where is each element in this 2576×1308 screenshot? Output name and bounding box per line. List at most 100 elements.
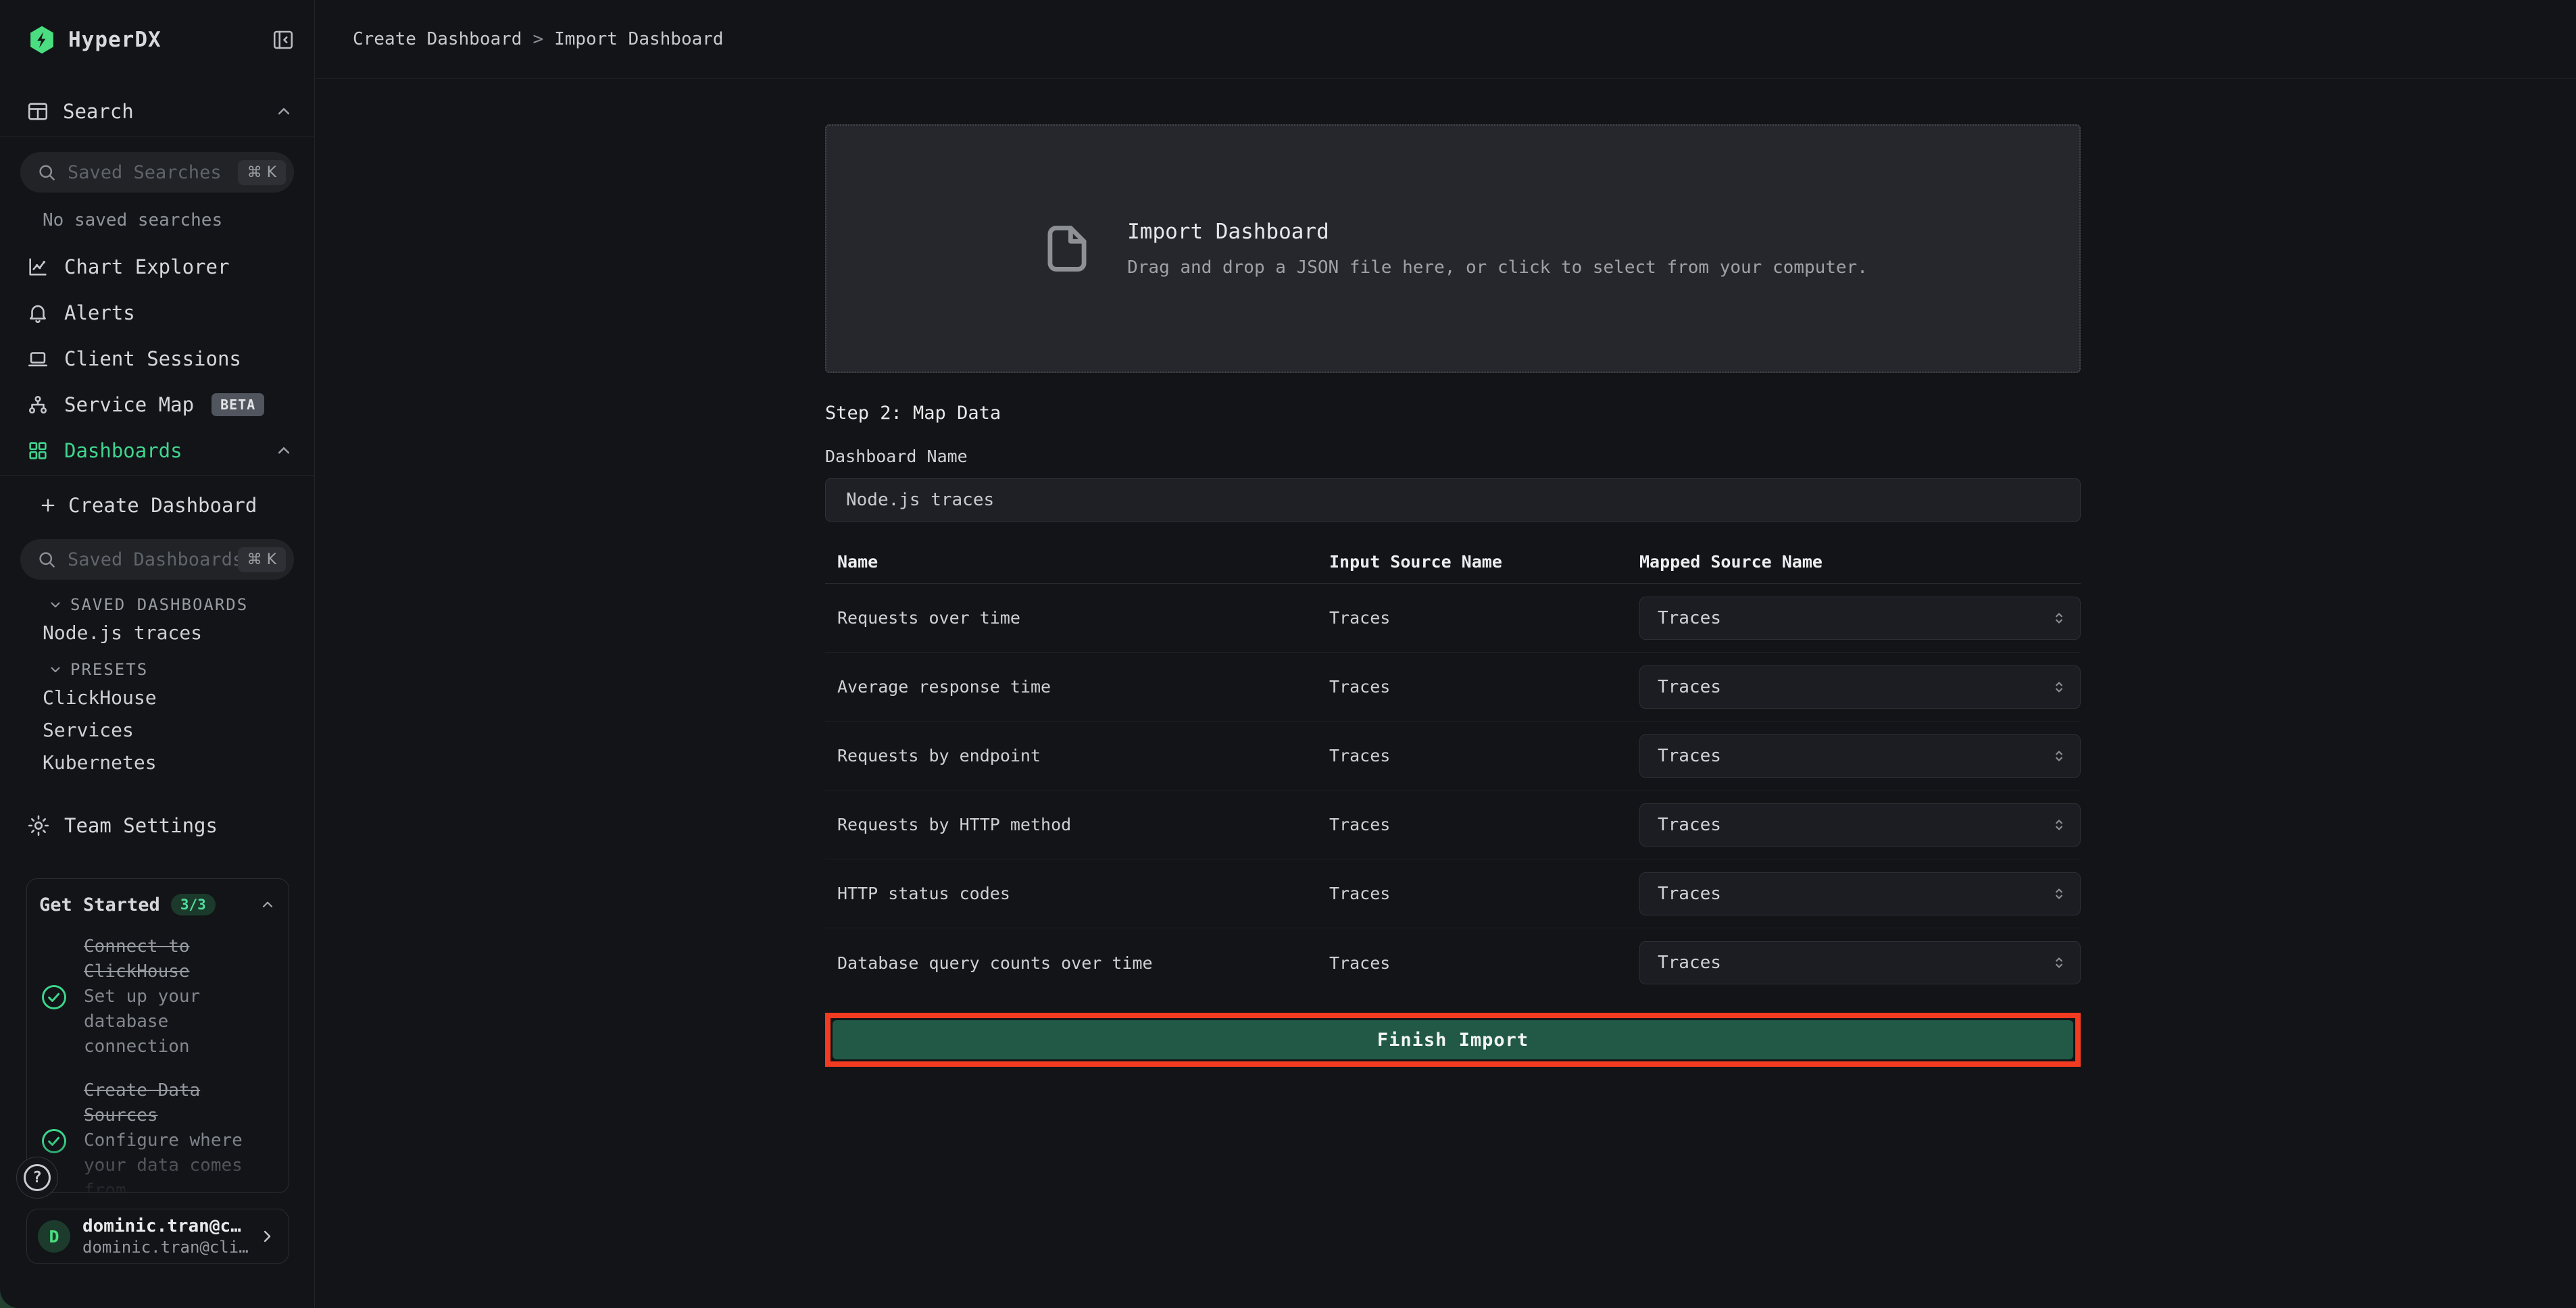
help-icon: ? <box>24 1164 51 1191</box>
mapped-source-select[interactable]: Traces <box>1639 665 2081 709</box>
service-map-icon <box>26 393 49 416</box>
task-title: Create Data Sources <box>84 1078 276 1128</box>
get-started-title: Get Started <box>39 895 160 915</box>
sidebar-section-search[interactable]: Search <box>0 95 314 128</box>
row-input-source: Traces <box>1329 884 1639 903</box>
json-dropzone[interactable]: Import Dashboard Drag and drop a JSON fi… <box>825 124 2081 373</box>
laptop-icon <box>26 347 49 370</box>
select-caret-icon <box>2050 678 2068 696</box>
sidebar-item-dashboards[interactable]: Dashboards <box>0 428 314 474</box>
check-circle-icon <box>39 1126 69 1156</box>
selected-value: Traces <box>1658 953 2050 973</box>
search-section-icon <box>26 100 49 123</box>
sidebar-nav: Chart Explorer Alerts Client Sessions <box>0 244 314 474</box>
row-name: Requests by HTTP method <box>825 815 1329 834</box>
breadcrumb-bar: Create Dashboard > Import Dashboard <box>315 0 2576 79</box>
corner-mask <box>0 1261 61 1308</box>
mapped-source-select[interactable]: Traces <box>1639 803 2081 847</box>
finish-import-label: Finish Import <box>1377 1030 1529 1051</box>
sidebar-item-client-sessions[interactable]: Client Sessions <box>0 336 314 382</box>
help-button[interactable]: ? <box>16 1157 58 1199</box>
task-description: Configure where your data comes from <box>84 1128 276 1193</box>
selected-value: Traces <box>1658 608 2050 628</box>
table-row: Database query counts over time Traces T… <box>825 928 2081 997</box>
user-name: dominic.tran@c… <box>82 1216 257 1236</box>
row-name: HTTP status codes <box>825 884 1329 903</box>
check-circle-icon <box>39 982 69 1012</box>
sidebar-item-label: Service Map <box>64 393 194 416</box>
row-input-source: Traces <box>1329 677 1639 697</box>
preset-link-clickhouse[interactable]: ClickHouse <box>0 681 314 713</box>
import-content: Import Dashboard Drag and drop a JSON fi… <box>825 124 2081 1067</box>
sidebar-item-chart-explorer[interactable]: Chart Explorer <box>0 244 314 290</box>
chart-explorer-icon <box>26 255 49 278</box>
get-started-task-connect[interactable]: Connect to ClickHouse Set up your databa… <box>39 934 276 1059</box>
mapped-source-select[interactable]: Traces <box>1639 941 2081 984</box>
highlight-annotation: Finish Import <box>825 1013 2081 1067</box>
mapping-table: Name Input Source Name Mapped Source Nam… <box>825 540 2081 997</box>
task-text: Connect to ClickHouse Set up your databa… <box>84 934 276 1059</box>
no-saved-searches-text: No saved searches <box>43 210 314 230</box>
table-row: Requests over time Traces Traces <box>825 584 2081 653</box>
breadcrumb-separator: > <box>532 29 543 49</box>
sidebar-item-label: Dashboards <box>64 439 182 462</box>
selected-value: Traces <box>1658 884 2050 904</box>
chevron-up-icon <box>259 896 276 913</box>
collapse-sidebar-icon[interactable] <box>271 28 295 52</box>
row-input-source: Traces <box>1329 608 1639 628</box>
beta-badge: BETA <box>212 393 264 416</box>
main-area: Create Dashboard > Import Dashboard Impo… <box>315 0 2576 1308</box>
shortcut-badge: ⌘ K <box>238 160 286 185</box>
saved-searches-input[interactable]: Saved Searches ⌘ K <box>20 152 294 193</box>
group-presets[interactable]: PRESETS <box>47 658 314 681</box>
dashboard-name-label: Dashboard Name <box>825 447 2081 466</box>
select-caret-icon <box>2050 816 2068 834</box>
saved-dashboards-input[interactable]: Saved Dashboards ⌘ K <box>20 539 294 580</box>
get-started-task-sources[interactable]: Create Data Sources Configure where your… <box>39 1078 276 1193</box>
app-window: HyperDX Search <box>0 0 2576 1308</box>
divider <box>0 475 314 476</box>
group-saved-dashboards[interactable]: SAVED DASHBOARDS <box>47 593 314 616</box>
dashboard-name-input[interactable] <box>825 478 2081 522</box>
app-title: HyperDX <box>68 28 162 52</box>
divider <box>0 136 314 137</box>
selected-value: Traces <box>1658 815 2050 835</box>
sidebar-item-label: Alerts <box>64 301 135 324</box>
mapped-source-select[interactable]: Traces <box>1639 597 2081 640</box>
dashboard-link-nodejs-traces[interactable]: Node.js traces <box>0 616 314 649</box>
selected-value: Traces <box>1658 677 2050 697</box>
select-caret-icon <box>2050 609 2068 627</box>
row-input-source: Traces <box>1329 746 1639 765</box>
breadcrumb-import-dashboard[interactable]: Import Dashboard <box>554 29 723 49</box>
user-texts: dominic.tran@c… dominic.tran@cli… <box>82 1216 257 1257</box>
group-label: SAVED DASHBOARDS <box>70 595 248 614</box>
sidebar-item-alerts[interactable]: Alerts <box>0 290 314 336</box>
create-dashboard-button[interactable]: Create Dashboard <box>0 486 314 524</box>
table-row: Requests by HTTP method Traces Traces <box>825 790 2081 859</box>
mapped-source-select[interactable]: Traces <box>1639 734 2081 778</box>
team-settings-button[interactable]: Team Settings <box>0 808 314 843</box>
row-name: Requests over time <box>825 608 1329 628</box>
sidebar-item-label: Client Sessions <box>64 347 241 370</box>
breadcrumb-create-dashboard[interactable]: Create Dashboard <box>353 29 522 49</box>
finish-import-button[interactable]: Finish Import <box>833 1020 2073 1059</box>
hyperdx-logo-icon <box>26 24 57 55</box>
plus-icon <box>39 496 57 515</box>
search-section-label: Search <box>63 100 134 123</box>
saved-dashboards-placeholder: Saved Dashboards <box>68 549 238 570</box>
user-account-button[interactable]: D dominic.tran@c… dominic.tran@cli… <box>26 1209 289 1264</box>
preset-link-kubernetes[interactable]: Kubernetes <box>0 746 314 778</box>
task-title: Connect to ClickHouse <box>84 934 276 984</box>
preset-link-services[interactable]: Services <box>0 713 314 746</box>
dropzone-texts: Import Dashboard Drag and drop a JSON fi… <box>1127 220 1868 278</box>
table-header-row: Name Input Source Name Mapped Source Nam… <box>825 540 2081 584</box>
task-description: Set up your database connection <box>84 984 276 1059</box>
sidebar: HyperDX Search <box>0 0 315 1308</box>
row-name: Average response time <box>825 677 1329 697</box>
get-started-header[interactable]: Get Started 3/3 <box>39 894 276 915</box>
sidebar-item-service-map[interactable]: Service Map BETA <box>0 382 314 428</box>
shortcut-badge: ⌘ K <box>238 547 286 572</box>
gear-icon <box>26 813 51 838</box>
sidebar-header: HyperDX <box>0 0 314 57</box>
mapped-source-select[interactable]: Traces <box>1639 872 2081 915</box>
